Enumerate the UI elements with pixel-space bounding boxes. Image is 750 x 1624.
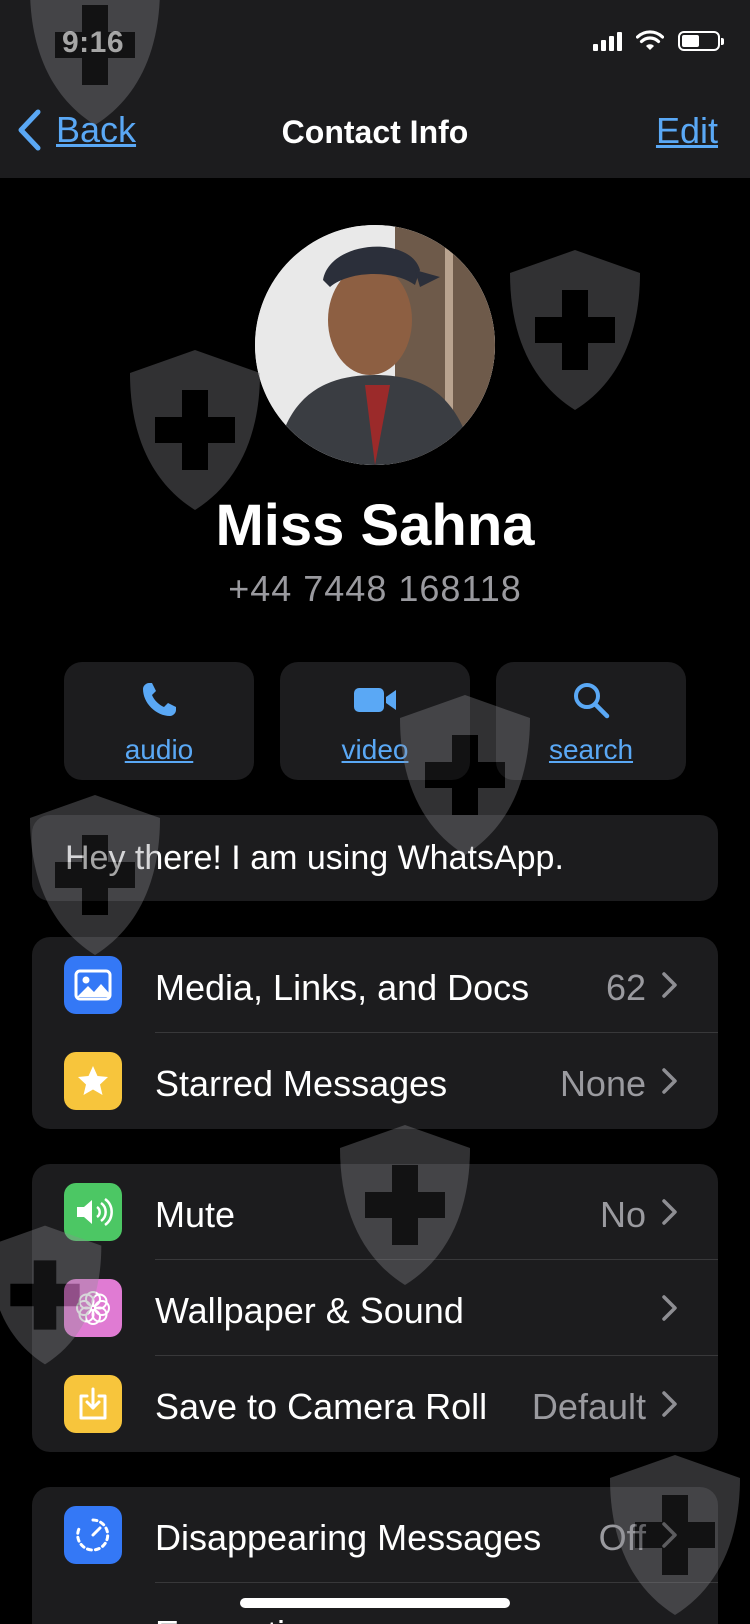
video-call-button[interactable]: video <box>280 662 470 780</box>
video-label: video <box>341 734 409 765</box>
row-label: Save to Camera Roll <box>155 1386 488 1427</box>
row-label: Starred Messages <box>155 1063 448 1104</box>
phone-icon <box>143 683 176 716</box>
audio-call-button[interactable]: audio <box>64 662 254 780</box>
quick-actions: audio video search <box>64 662 686 780</box>
chevron-right-icon <box>662 1391 677 1417</box>
flower-icon <box>64 1279 122 1337</box>
timer-icon <box>64 1506 122 1564</box>
save-camera-roll-row[interactable]: Save to Camera Roll Default <box>32 1356 718 1452</box>
chevron-right-icon <box>662 972 677 998</box>
wifi-icon <box>636 30 664 50</box>
battery-icon <box>678 31 724 51</box>
speaker-icon <box>64 1183 122 1241</box>
row-value: Off <box>598 1517 646 1558</box>
about-text: Hey there! I am using WhatsApp. <box>65 839 564 877</box>
wallpaper-sound-row[interactable]: Wallpaper & Sound <box>32 1260 718 1356</box>
status-bar: 9:16 <box>0 0 750 90</box>
shield-watermark-icon <box>510 250 640 410</box>
video-icon <box>354 688 396 712</box>
chevron-right-icon <box>662 1522 677 1548</box>
cellular-signal-icon <box>593 31 622 51</box>
search-label: search <box>548 734 634 765</box>
mute-row[interactable]: Mute No <box>32 1164 718 1260</box>
chevron-right-icon <box>662 1199 677 1225</box>
row-label: Media, Links, and Docs <box>155 967 530 1008</box>
contact-phone[interactable]: +44 7448 168118 <box>0 568 750 610</box>
row-value: No <box>599 1194 646 1235</box>
row-label: Mute <box>155 1194 236 1235</box>
audio-label: audio <box>124 734 194 765</box>
save-icon <box>64 1375 122 1433</box>
starred-messages-row[interactable]: Starred Messages None <box>32 1033 718 1129</box>
search-icon <box>574 683 610 719</box>
navigation-bar: Back Contact Info Edit <box>0 90 750 178</box>
chevron-right-icon <box>662 1068 677 1094</box>
row-label: Wallpaper & Sound <box>155 1290 464 1331</box>
contact-name: Miss Sahna <box>215 493 535 558</box>
page-title: Contact Info <box>281 114 469 150</box>
row-label: Disappearing Messages <box>155 1517 542 1558</box>
about-card[interactable]: Hey there! I am using WhatsApp. <box>32 815 718 901</box>
home-indicator[interactable] <box>240 1598 510 1608</box>
media-links-docs-row[interactable]: Media, Links, and Docs 62 <box>32 937 718 1033</box>
search-button[interactable]: search <box>496 662 686 780</box>
disappearing-messages-row[interactable]: Disappearing Messages Off <box>32 1487 718 1583</box>
row-value: 62 <box>605 967 646 1008</box>
avatar[interactable] <box>255 225 495 465</box>
profile-photo <box>255 225 495 465</box>
row-label: Encryption <box>155 1613 325 1624</box>
edit-button[interactable]: Edit <box>656 110 718 152</box>
photo-icon <box>64 956 122 1014</box>
row-value: None <box>559 1063 646 1104</box>
media-group: Media, Links, and Docs 62 Starred Messag… <box>32 937 718 1129</box>
settings-group: Mute No Wallpaper & Sound Save to Camera… <box>32 1164 718 1452</box>
row-value: Default <box>531 1386 646 1427</box>
status-icons <box>593 30 724 52</box>
status-time: 9:16 <box>62 26 125 59</box>
star-icon <box>64 1052 122 1110</box>
shield-watermark-icon <box>130 350 260 510</box>
chevron-right-icon <box>662 1295 677 1321</box>
